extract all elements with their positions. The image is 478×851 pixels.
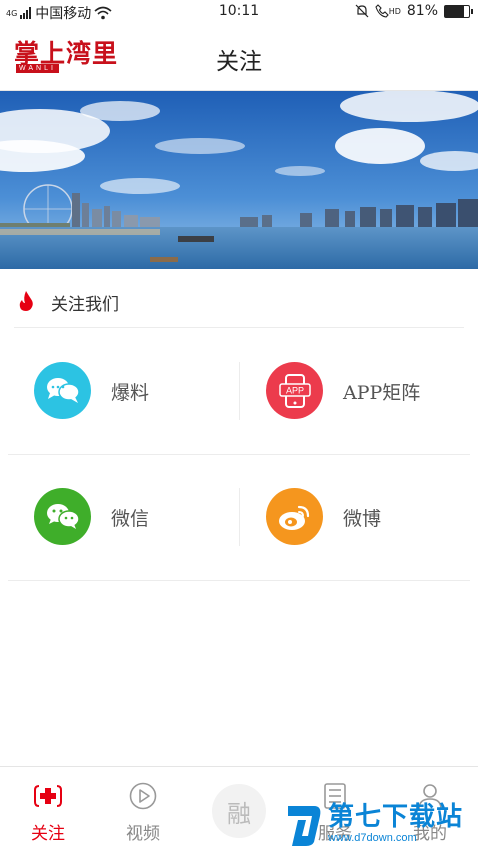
status-bar: 4G 中国移动 10:11 HD 81% bbox=[0, 0, 478, 26]
report-tip-icon-circle bbox=[34, 362, 91, 419]
section-title: 关注我们 bbox=[51, 295, 119, 315]
battery-icon bbox=[444, 4, 473, 18]
play-icon bbox=[129, 782, 157, 810]
fire-icon bbox=[19, 291, 33, 311]
tab-video-label: 视频 bbox=[126, 824, 160, 844]
hd-label: HD bbox=[388, 6, 401, 16]
app-matrix-icon-circle: APP bbox=[266, 362, 323, 419]
tab-follow-label: 关注 bbox=[31, 824, 65, 844]
status-right: HD 81% bbox=[355, 3, 473, 19]
app-matrix-button[interactable]: APP APP矩阵 bbox=[240, 328, 470, 454]
wechat-icon-circle bbox=[34, 488, 91, 545]
banner-image[interactable] bbox=[0, 91, 478, 269]
cityscape-illustration bbox=[0, 91, 478, 269]
fusion-button[interactable]: 融 bbox=[212, 784, 266, 838]
watermark-logo-icon bbox=[288, 806, 321, 846]
battery-fill bbox=[445, 5, 465, 17]
wechat-label: 微信 bbox=[111, 508, 150, 530]
app-phone-icon: APP bbox=[278, 373, 311, 408]
battery-percent: 81% bbox=[406, 3, 438, 19]
mute-bell-icon bbox=[355, 4, 369, 18]
site-watermark: 第七下载站 www.d7down.com bbox=[284, 796, 474, 850]
weibo-icon-circle bbox=[266, 488, 323, 545]
page-title: 关注 bbox=[216, 49, 262, 75]
app-badge-text: APP bbox=[285, 385, 303, 395]
watermark-text: 第七下载站 bbox=[328, 802, 464, 832]
medical-cross-icon bbox=[34, 785, 62, 807]
grid-row: 爆料 APP APP矩阵 bbox=[8, 328, 470, 455]
wechat-icon bbox=[46, 503, 80, 529]
chat-bubble-icon bbox=[46, 377, 80, 403]
report-tip-label: 爆料 bbox=[111, 382, 150, 404]
tab-video[interactable]: 视频 bbox=[95, 767, 191, 851]
app-matrix-label: APP矩阵 bbox=[343, 382, 421, 404]
wechat-button[interactable]: 微信 bbox=[8, 454, 238, 580]
weibo-button[interactable]: 微博 bbox=[240, 454, 470, 580]
tab-follow[interactable]: 关注 bbox=[0, 767, 96, 851]
grid-row: 微信 微博 bbox=[8, 454, 470, 581]
header: 掌上湾里 WANLI 关注 bbox=[0, 26, 478, 91]
call-icon bbox=[375, 4, 389, 18]
report-tip-button[interactable]: 爆料 bbox=[8, 328, 238, 454]
weibo-icon bbox=[278, 505, 309, 530]
section-header: 关注我们 bbox=[0, 276, 478, 328]
watermark-url: www.d7down.com bbox=[328, 832, 417, 844]
weibo-label: 微博 bbox=[343, 508, 382, 530]
fusion-label: 融 bbox=[227, 799, 251, 828]
